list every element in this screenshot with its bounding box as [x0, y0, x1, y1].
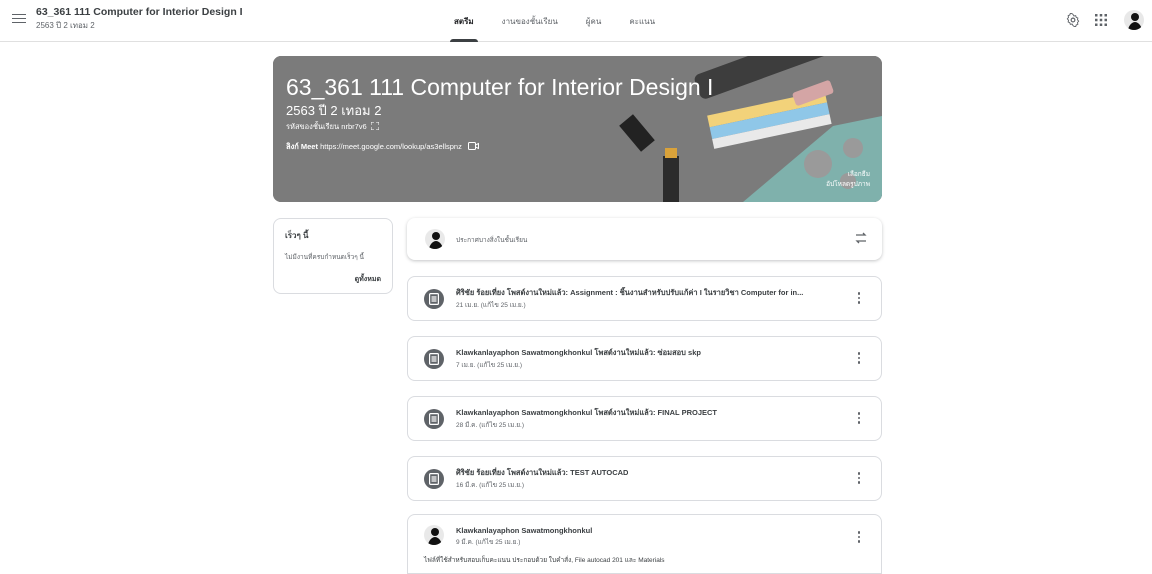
assignment-icon: [424, 409, 444, 429]
post-title: Klawkanlayaphon Sawatmongkhonkul โพสต์งา…: [456, 348, 701, 357]
more-options-icon[interactable]: [857, 531, 861, 545]
announce-placeholder: ประกาศบางสิ่งในชั้นเรียน: [456, 237, 528, 244]
stream-post[interactable]: Klawkanlayaphon Sawatmongkhonkul โพสต์งา…: [407, 336, 882, 381]
upload-photo-link[interactable]: อัปโหลดรูปภาพ: [826, 180, 870, 190]
apps-grid-icon[interactable]: [1092, 11, 1110, 29]
post-title: Klawkanlayaphon Sawatmongkhonkul โพสต์งา…: [456, 408, 718, 417]
banner-class-title: 63_361 111 Computer for Interior Design …: [286, 74, 714, 100]
meet-link-row: ลิงก์ Meet https://meet.google.com/looku…: [286, 141, 479, 153]
stream-post[interactable]: ศิริชัย ร้อยเที่ยง โพสต์งานใหม่แล้ว: Ass…: [407, 276, 882, 321]
assignment-icon: [424, 469, 444, 489]
post-date: 16 มี.ค. (แก้ไข 25 เม.ย.): [456, 482, 525, 489]
view-all-link[interactable]: ดูทั้งหมด: [355, 274, 381, 285]
more-options-icon[interactable]: [857, 352, 861, 366]
announce-box[interactable]: ประกาศบางสิ่งในชั้นเรียน: [407, 218, 882, 260]
tab-stream[interactable]: สตรีม: [440, 0, 488, 42]
select-theme-link[interactable]: เลือกธีม: [826, 170, 870, 180]
more-options-icon[interactable]: [857, 472, 861, 486]
fullscreen-icon[interactable]: [370, 121, 380, 132]
stream-announcement-post[interactable]: Klawkanlayaphon Sawatmongkhonkul 9 มี.ค.…: [407, 514, 882, 574]
post-author: Klawkanlayaphon Sawatmongkhonkul: [456, 526, 593, 535]
upcoming-title: เร็วๆ นี้: [285, 231, 309, 240]
post-date: 21 เม.ย. (แก้ไข 25 เม.ย.): [456, 302, 526, 309]
post-title: ศิริชัย ร้อยเที่ยง โพสต์งานใหม่แล้ว: Ass…: [456, 288, 804, 297]
more-options-icon[interactable]: [857, 292, 861, 306]
stream-post[interactable]: ศิริชัย ร้อยเที่ยง โพสต์งานใหม่แล้ว: TES…: [407, 456, 882, 501]
post-title: ศิริชัย ร้อยเที่ยง โพสต์งานใหม่แล้ว: TES…: [456, 468, 629, 477]
class-code-value: nrbr7v6: [341, 122, 367, 131]
stream-post[interactable]: Klawkanlayaphon Sawatmongkhonkul โพสต์งา…: [407, 396, 882, 441]
user-avatar: [425, 229, 445, 249]
class-tabs: สตรีม งานของชั้นเรียน ผู้คน คะแนน: [440, 0, 669, 42]
upcoming-card: เร็วๆ นี้ ไม่มีงานที่ครบกำหนดเร็วๆ นี้ ด…: [273, 218, 393, 294]
author-avatar: [424, 525, 444, 545]
video-camera-icon[interactable]: [467, 142, 479, 152]
post-date: 28 มี.ค. (แก้ไข 25 เม.ย.): [456, 422, 525, 429]
account-avatar[interactable]: [1124, 10, 1144, 30]
upcoming-empty-text: ไม่มีงานที่ครบกำหนดเร็วๆ นี้: [285, 254, 364, 261]
post-date: 7 เม.ย. (แก้ไข 25 เม.ย.): [456, 362, 523, 369]
banner-term: 2563 ปี 2 เทอม 2: [286, 103, 382, 118]
tab-classwork[interactable]: งานของชั้นเรียน: [488, 0, 572, 42]
post-date: 9 มี.ค. (แก้ไข 25 เม.ย.): [456, 539, 521, 546]
main-menu-icon[interactable]: [12, 11, 26, 25]
meet-link-label: ลิงก์ Meet: [286, 142, 318, 151]
settings-gear-icon[interactable]: [1064, 11, 1082, 29]
class-code-row: รหัสของชั้นเรียน nrbr7v6: [286, 121, 380, 133]
class-banner: 63_361 111 Computer for Interior Design …: [273, 56, 882, 202]
assignment-icon: [424, 289, 444, 309]
assignment-icon: [424, 349, 444, 369]
repost-swap-icon[interactable]: [854, 231, 868, 245]
tab-people[interactable]: ผู้คน: [572, 0, 616, 42]
class-subtitle: 2563 ปี 2 เทอม 2: [36, 21, 95, 30]
banner-actions: เลือกธีม อัปโหลดรูปภาพ: [826, 170, 870, 190]
tab-grades[interactable]: คะแนน: [615, 0, 669, 42]
class-title[interactable]: 63_361 111 Computer for Interior Design …: [36, 6, 243, 18]
top-app-bar: 63_361 111 Computer for Interior Design …: [0, 0, 1152, 42]
more-options-icon[interactable]: [857, 412, 861, 426]
class-code-label: รหัสของชั้นเรียน: [286, 122, 340, 131]
meet-link-url[interactable]: https://meet.google.com/lookup/as3ellspn…: [320, 142, 462, 151]
